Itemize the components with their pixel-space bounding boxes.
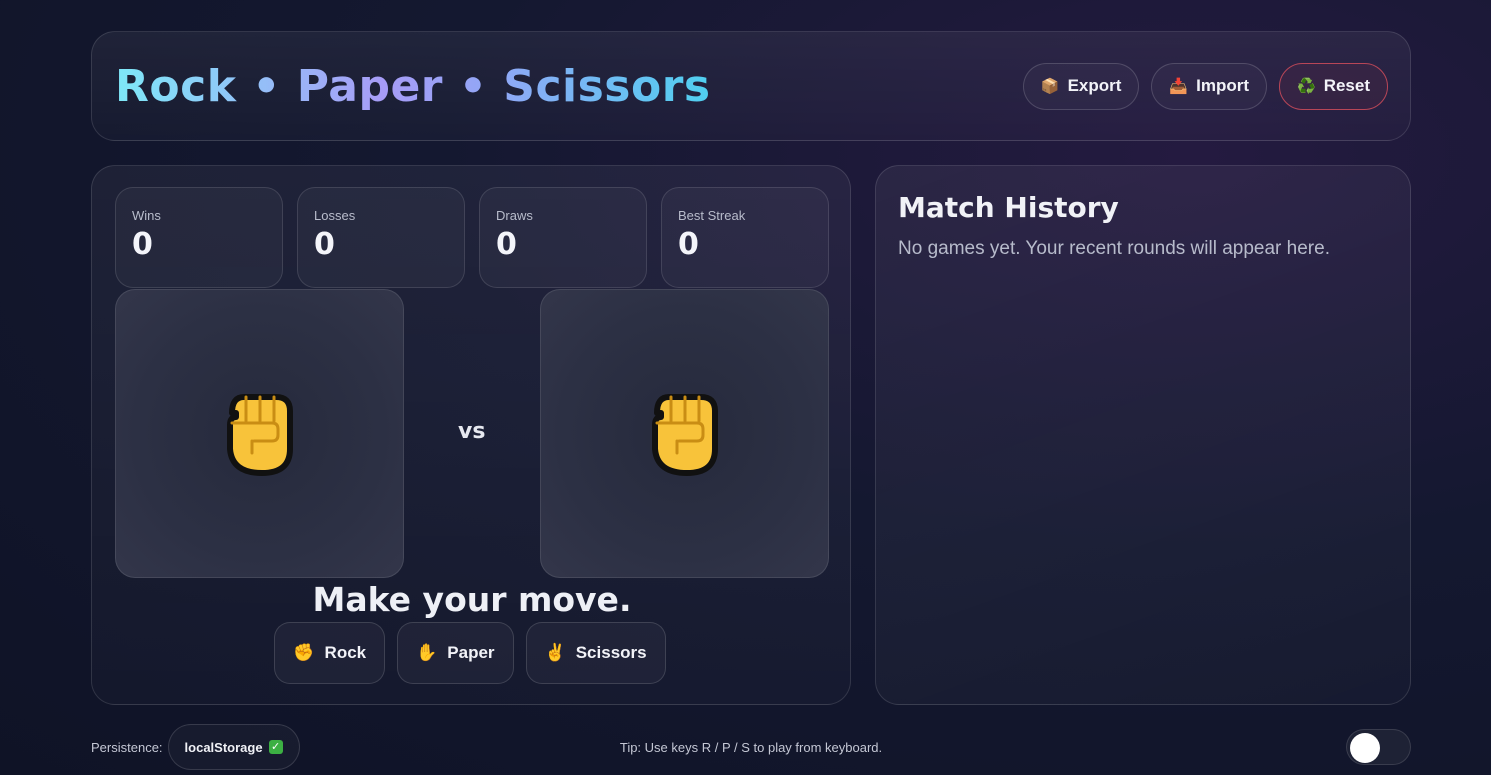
paper-button[interactable]: ✋ Paper — [397, 622, 514, 684]
rock-label: Rock — [324, 643, 367, 662]
stat-wins: Wins 0 — [115, 187, 283, 288]
match-history-panel: Match History No games yet. Your recent … — [875, 165, 1411, 705]
stat-label: Losses — [314, 208, 356, 223]
stat-value: 0 — [132, 227, 153, 262]
player-fist-icon — [226, 393, 293, 476]
vs-label: vs — [458, 419, 486, 444]
package-icon: 📦 — [1040, 78, 1060, 95]
footer: Persistence: localStorage ✓ Tip: Use key… — [91, 724, 1411, 770]
header-actions: 📦 Export 📥 Import ♻️ Reset — [1022, 62, 1388, 110]
status-message: Make your move. — [312, 580, 632, 619]
move-buttons: ✊ Rock ✋ Paper ✌️ Scissors — [92, 622, 852, 684]
header: Rock • Paper • Scissors 📦 Export 📥 Impor… — [91, 31, 1411, 141]
player-hand-card — [115, 289, 404, 578]
scissors-label: Scissors — [575, 643, 647, 662]
inbox-tray-icon: 📥 — [1169, 78, 1189, 95]
recycle-icon: ♻️ — [1297, 78, 1316, 95]
victory-hand-icon: ✌️ — [544, 643, 566, 662]
rock-button[interactable]: ✊ Rock — [274, 622, 386, 684]
fist-icon: ✊ — [293, 643, 315, 662]
game-panel: Wins 0 Losses 0 Draws 0 Best Streak 0 vs — [91, 165, 851, 705]
export-button[interactable]: 📦 Export — [1022, 62, 1140, 110]
cpu-hand-card — [540, 289, 829, 578]
raised-hand-icon: ✋ — [416, 643, 438, 662]
scissors-button[interactable]: ✌️ Scissors — [525, 622, 666, 684]
stat-value: 0 — [314, 227, 335, 262]
cpu-fist-icon — [651, 393, 718, 476]
theme-toggle[interactable] — [1346, 729, 1411, 765]
import-button[interactable]: 📥 Import — [1151, 62, 1267, 110]
history-empty-text: No games yet. Your recent rounds will ap… — [898, 238, 1330, 259]
stat-value: 0 — [496, 227, 517, 262]
stat-draws: Draws 0 — [479, 187, 647, 288]
stat-best-streak: Best Streak 0 — [661, 187, 829, 288]
stat-label: Best Streak — [678, 208, 746, 223]
app-root: Rock • Paper • Scissors 📦 Export 📥 Impor… — [0, 0, 1491, 775]
stat-value: 0 — [678, 227, 699, 262]
keyboard-tip: Tip: Use keys R / P / S to play from key… — [619, 740, 883, 755]
page-title: Rock • Paper • Scissors — [115, 60, 711, 112]
paper-label: Paper — [447, 643, 495, 662]
stats-row: Wins 0 Losses 0 Draws 0 Best Streak 0 — [115, 187, 829, 288]
reset-button[interactable]: ♻️ Reset — [1279, 62, 1388, 110]
history-title: Match History — [898, 191, 1119, 224]
stat-label: Wins — [132, 208, 161, 223]
reset-label: Reset — [1323, 76, 1370, 95]
toggle-knob — [1350, 733, 1380, 763]
import-label: Import — [1196, 76, 1249, 95]
export-label: Export — [1067, 76, 1122, 95]
stat-losses: Losses 0 — [297, 187, 465, 288]
stat-label: Draws — [496, 208, 533, 223]
